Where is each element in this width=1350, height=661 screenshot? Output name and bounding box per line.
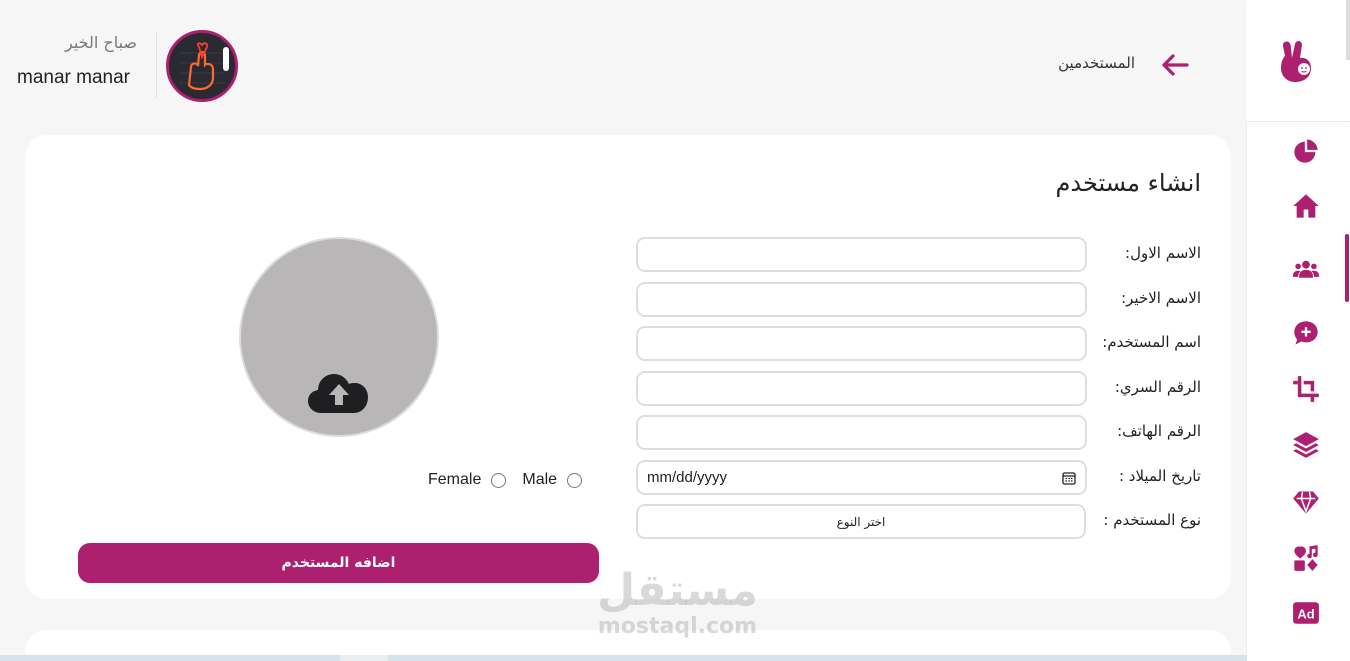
heart-music-icon[interactable] [1291, 543, 1321, 573]
greeting: صباح الخير [64, 33, 137, 52]
user-type-selected: اختر النوع [836, 514, 886, 529]
username: manar manar [17, 67, 130, 88]
active-indicator [1345, 234, 1349, 302]
profile-image-upload[interactable] [239, 237, 439, 437]
phone-label: الرقم الهاتف: [1117, 422, 1201, 440]
gender-male-label: Male [522, 471, 558, 488]
create-user-card: انشاء مستخدم الاسم الاول: الاسم الاخير: … [25, 135, 1231, 599]
add-user-button[interactable]: اضافه المستخدم [78, 543, 599, 583]
user-type-label: نوع المستخدم : [1103, 511, 1201, 529]
pie-chart-icon[interactable] [1291, 136, 1321, 166]
sidebar: Ad [1246, 0, 1350, 661]
birthdate-label: تاريخ الميلاد : [1118, 467, 1201, 485]
birthdate-input[interactable]: mm/dd/yyyy [636, 460, 1087, 495]
gender-male-option[interactable]: Male [522, 471, 583, 489]
cloud-upload-icon[interactable] [307, 367, 371, 419]
password-input[interactable] [636, 371, 1087, 406]
gender-female-radio[interactable] [491, 472, 507, 488]
header-divider [156, 32, 157, 98]
calendar-icon[interactable] [1062, 471, 1076, 485]
watermark: مستقل mostaql.com [585, 566, 770, 646]
user-type-select[interactable]: اختر النوع [636, 504, 1086, 539]
watermark-latin: mostaql.com [597, 614, 758, 639]
horizontal-scrollbar-thumb[interactable] [340, 655, 388, 661]
phone-input[interactable] [636, 415, 1087, 450]
username-label: اسم المستخدم: [1102, 333, 1201, 351]
first-name-input[interactable] [636, 237, 1087, 272]
gender-male-radio[interactable] [567, 472, 583, 488]
home-icon[interactable] [1291, 191, 1321, 221]
last-name-input[interactable] [636, 282, 1087, 317]
chat-plus-icon[interactable] [1291, 318, 1321, 348]
gender-female-label: Female [428, 471, 482, 488]
diamond-icon[interactable] [1291, 487, 1321, 517]
username-input[interactable] [636, 326, 1087, 361]
svg-text:Ad: Ad [1297, 606, 1314, 621]
layers-icon[interactable] [1291, 430, 1321, 460]
horizontal-scrollbar[interactable] [0, 655, 1247, 661]
watermark-arabic: مستقل [597, 565, 758, 616]
page-title: المستخدمين [1058, 54, 1135, 72]
gender-female-option[interactable]: Female [428, 471, 507, 489]
crop-icon[interactable] [1291, 374, 1321, 404]
logo[interactable] [1246, 0, 1350, 122]
users-icon[interactable] [1291, 254, 1321, 284]
last-name-label: الاسم الاخير: [1121, 289, 1201, 307]
sidebar-scrollbar[interactable] [1346, 0, 1350, 60]
avatar[interactable] [166, 30, 238, 102]
ad-icon[interactable]: Ad [1291, 598, 1321, 628]
password-label: الرقم السري: [1114, 378, 1201, 396]
gender-selector: Female Male [428, 471, 583, 489]
back-arrow-icon[interactable] [1160, 50, 1192, 80]
first-name-label: الاسم الاول: [1125, 244, 1201, 262]
form-title: انشاء مستخدم [1055, 169, 1201, 197]
hand-logo-icon [1281, 40, 1311, 82]
birthdate-placeholder: mm/dd/yyyy [647, 469, 728, 486]
